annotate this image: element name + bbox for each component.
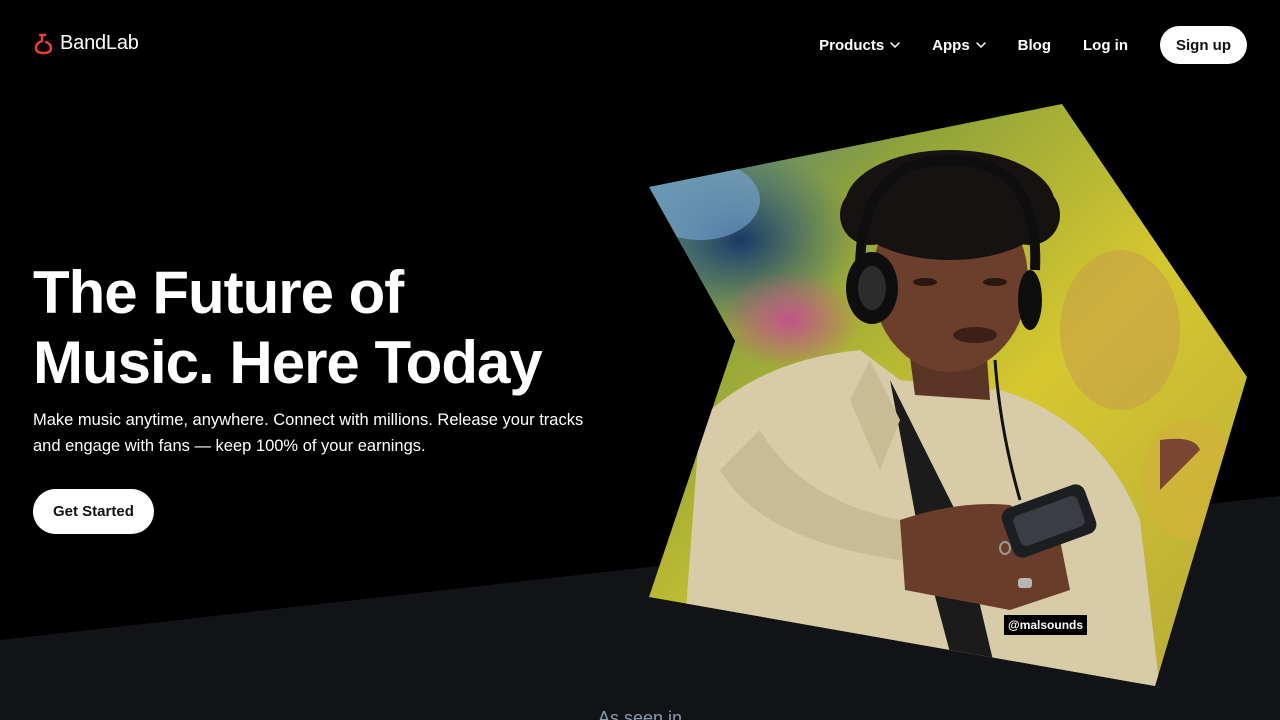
nav-blog[interactable]: Blog [1018, 37, 1051, 54]
hero-title: The Future of Music. Here Today [33, 259, 543, 396]
get-started-button[interactable]: Get Started [33, 489, 154, 534]
nav-apps-label: Apps [932, 36, 970, 54]
nav-products[interactable]: Products [819, 37, 900, 54]
bandlab-logo[interactable]: BandLab [33, 32, 139, 55]
main-nav: Products Apps Blog Log in Sign up [819, 26, 1247, 64]
nav-products-label: Products [819, 36, 885, 54]
site-header: BandLab Products Apps Blog Log in Sign u… [0, 0, 1280, 90]
nav-login[interactable]: Log in [1083, 37, 1128, 54]
bandlab-flask-icon [34, 33, 53, 54]
nav-apps[interactable]: Apps [932, 37, 986, 54]
nav-blog-label: Blog [1017, 36, 1051, 54]
landing-page: BandLab Products Apps Blog Log in Sign u… [0, 0, 1280, 720]
as-seen-in-heading: As seen in [597, 708, 683, 720]
chevron-down-icon [890, 42, 900, 48]
nav-login-label: Log in [1083, 36, 1128, 54]
photo-credit[interactable]: @malsounds [1004, 615, 1088, 635]
chevron-down-icon [975, 42, 986, 48]
hero-subtitle: Make music anytime, anywhere. Connect wi… [33, 411, 584, 455]
brand-name: BandLab [60, 32, 139, 54]
signup-button[interactable]: Sign up [1160, 26, 1247, 64]
